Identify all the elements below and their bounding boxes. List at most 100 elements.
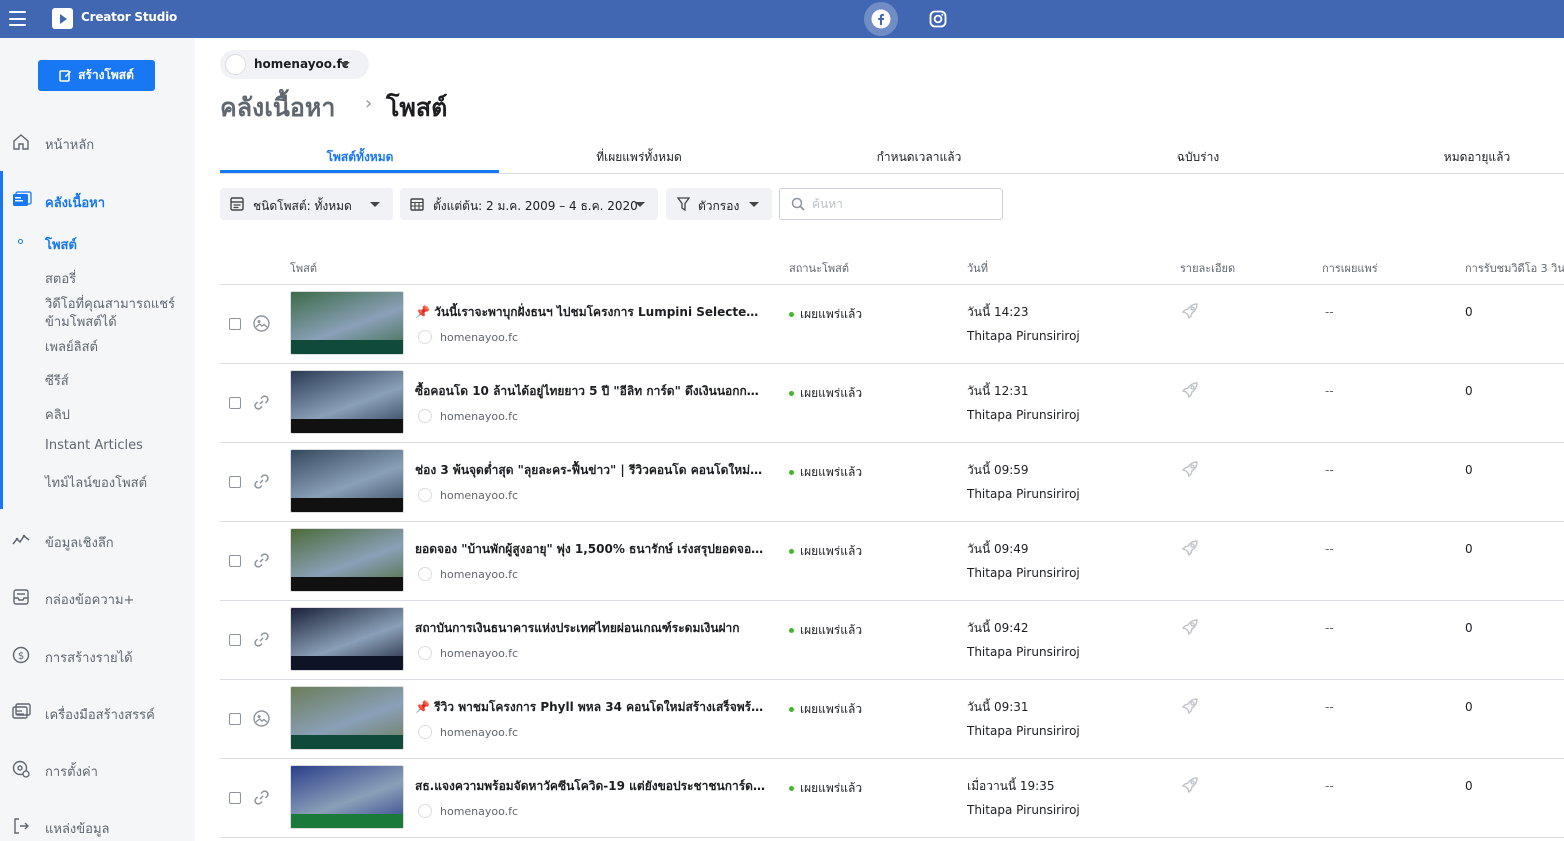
- link-icon: [253, 631, 270, 648]
- sidebar-subitem-stories[interactable]: สตอรี่: [45, 268, 76, 289]
- column-header-3s-views[interactable]: การรับชมวิดีโอ 3 วินาที: [1465, 259, 1564, 277]
- tab-expired[interactable]: หมดอายุแล้ว: [1357, 148, 1564, 167]
- post-author: Thitapa Pirunsiriroj: [967, 803, 1080, 817]
- status-badge: เผยแพร่แล้ว: [789, 305, 862, 324]
- table-row[interactable]: สธ.แจงความพร้อมจัดหาวัคซีนโควิด-19 แต่ยั…: [220, 758, 1564, 837]
- table-row[interactable]: สถาบันการเงินธนาคารแห่งประเทศไทยผ่อนเกณฑ…: [220, 600, 1564, 679]
- sidebar-subitem-posts[interactable]: โพสต์: [45, 234, 77, 255]
- column-header-distribution[interactable]: การเผยแพร่: [1322, 259, 1378, 277]
- column-header-status[interactable]: สถานะโพสต์: [789, 259, 849, 277]
- sidebar-item-insights[interactable]: ข้อมูลเชิงลึก: [0, 525, 195, 555]
- post-page: homenayoo.fc: [418, 567, 518, 581]
- creative-tools-icon: [12, 703, 31, 719]
- column-header-date[interactable]: วันที่: [967, 259, 988, 277]
- row-checkbox[interactable]: [229, 634, 241, 646]
- status-badge: เผยแพร่แล้ว: [789, 621, 862, 640]
- post-page: homenayoo.fc: [418, 409, 518, 423]
- rocket-icon[interactable]: [1180, 459, 1200, 483]
- instagram-icon[interactable]: [921, 2, 955, 36]
- sidebar-item-settings[interactable]: การตั้งค่า: [0, 754, 195, 784]
- sidebar-item-home[interactable]: หน้าหลัก: [0, 127, 195, 157]
- post-date: วันนี้ 09:49: [967, 542, 1029, 556]
- post-thumbnail[interactable]: [290, 370, 404, 434]
- tab-bar: โพสต์ทั้งหมด ที่เผยแพร่ทั้งหมด กำหนดเวลา…: [220, 140, 1564, 174]
- photo-icon: [253, 710, 270, 727]
- page-selector[interactable]: homenayoo.fc: [220, 50, 369, 79]
- photo-icon: [253, 315, 270, 332]
- views-value: 0: [1465, 542, 1473, 556]
- page-avatar: [418, 409, 432, 423]
- table-row[interactable]: ช่อง 3 พ้นจุดต่ำสุด "ลุยละคร-ฟื้นข่าว" |…: [220, 442, 1564, 521]
- post-title[interactable]: 📌 รีวิว พาชมโครงการ Phyll พหล 34 คอนโดให…: [415, 698, 765, 717]
- table-row[interactable]: ซื้อคอนโด 10 ล้านได้อยู่ไทยยาว 5 ปี "อีล…: [220, 363, 1564, 442]
- post-thumbnail[interactable]: [290, 686, 404, 750]
- rocket-icon[interactable]: [1180, 775, 1200, 799]
- post-thumbnail[interactable]: [290, 528, 404, 592]
- row-checkbox[interactable]: [229, 397, 241, 409]
- post-type-dropdown[interactable]: ชนิดโพสต์: ทั้งหมด: [220, 188, 393, 220]
- sidebar-item-content-library[interactable]: คลังเนื้อหา: [0, 185, 195, 215]
- post-thumbnail[interactable]: [290, 291, 404, 355]
- tab-scheduled[interactable]: กำหนดเวลาแล้ว: [799, 148, 1039, 167]
- distribution-value: --: [1325, 463, 1334, 477]
- sidebar-item-creative-tools[interactable]: เครื่องมือสร้างสรรค์: [0, 697, 195, 727]
- column-header-post[interactable]: โพสต์: [290, 259, 317, 277]
- sidebar-subitem-post-timeline[interactable]: ไทม์ไลน์ของโพสต์: [45, 472, 147, 493]
- post-page-name: homenayoo.fc: [440, 488, 519, 502]
- post-title[interactable]: ช่อง 3 พ้นจุดต่ำสุด "ลุยละคร-ฟื้นข่าว" |…: [415, 461, 765, 480]
- column-header-details[interactable]: รายละเอียด: [1180, 259, 1235, 277]
- post-date: วันนี้ 09:31: [967, 700, 1029, 714]
- tab-drafts[interactable]: ฉบับร่าง: [1078, 148, 1318, 167]
- published-dot-icon: [789, 470, 794, 475]
- calendar-icon: [410, 198, 424, 211]
- menu-icon[interactable]: [9, 11, 26, 26]
- row-checkbox[interactable]: [229, 318, 241, 330]
- status-label: เผยแพร่แล้ว: [800, 386, 863, 400]
- breadcrumb-parent[interactable]: คลังเนื้อหา: [220, 88, 335, 128]
- row-checkbox[interactable]: [229, 476, 241, 488]
- search-input[interactable]: [812, 196, 992, 212]
- breadcrumb-chevron-icon: ›: [365, 93, 373, 114]
- sidebar-subitem-playlists[interactable]: เพลย์ลิสต์: [45, 336, 98, 357]
- rocket-icon[interactable]: [1180, 617, 1200, 641]
- tab-published[interactable]: ที่เผยแพร่ทั้งหมด: [519, 148, 759, 167]
- tab-all-posts[interactable]: โพสต์ทั้งหมด: [240, 148, 480, 167]
- sidebar-item-resources[interactable]: แหล่งข้อมูล: [0, 811, 195, 841]
- sidebar-subitem-instant-articles[interactable]: Instant Articles: [45, 438, 143, 453]
- status-label: เผยแพร่แล้ว: [800, 702, 863, 716]
- post-title[interactable]: สธ.แจงความพร้อมจัดหาวัคซีนโควิด-19 แต่ยั…: [415, 777, 765, 796]
- post-title[interactable]: สถาบันการเงินธนาคารแห่งประเทศไทยผ่อนเกณฑ…: [415, 619, 765, 638]
- create-post-button[interactable]: สร้างโพสต์: [38, 60, 155, 91]
- row-checkbox[interactable]: [229, 792, 241, 804]
- post-thumbnail[interactable]: [290, 765, 404, 829]
- page-avatar: [418, 646, 432, 660]
- facebook-icon[interactable]: [864, 2, 898, 36]
- post-page: homenayoo.fc: [418, 488, 518, 502]
- page-avatar: [225, 54, 246, 75]
- sidebar-item-inbox[interactable]: กล่องข้อความ+: [0, 582, 195, 612]
- post-thumbnail[interactable]: [290, 449, 404, 513]
- sidebar-subitem-clips[interactable]: คลิป: [45, 404, 70, 425]
- post-page: homenayoo.fc: [418, 330, 518, 344]
- date-range-dropdown[interactable]: ตั้งแต่ต้น: 2 ม.ค. 2009 – 4 ธ.ค. 2020: [400, 188, 658, 220]
- sidebar-item-monetization[interactable]: $ การสร้างรายได้: [0, 640, 195, 670]
- table-row[interactable]: ยอดจอง "บ้านพักผู้สูงอายุ" พุ่ง 1,500% ธ…: [220, 521, 1564, 600]
- rocket-icon[interactable]: [1180, 538, 1200, 562]
- post-title[interactable]: ซื้อคอนโด 10 ล้านได้อยู่ไทยยาว 5 ปี "อีล…: [415, 382, 765, 401]
- rocket-icon[interactable]: [1180, 380, 1200, 404]
- rocket-icon[interactable]: [1180, 301, 1200, 325]
- search-box[interactable]: [779, 188, 1003, 220]
- post-thumbnail[interactable]: [290, 607, 404, 671]
- post-title[interactable]: ยอดจอง "บ้านพักผู้สูงอายุ" พุ่ง 1,500% ธ…: [415, 540, 765, 559]
- page-avatar: [418, 567, 432, 581]
- post-page-name: homenayoo.fc: [440, 804, 519, 818]
- filter-dropdown[interactable]: ตัวกรอง: [666, 188, 772, 220]
- sidebar-subitem-series[interactable]: ซีรีส์: [45, 370, 69, 391]
- rocket-icon[interactable]: [1180, 696, 1200, 720]
- table-row[interactable]: 📌 วันนี้เราจะพาบุกฝั่งธนฯ ไปชมโครงการ Lu…: [220, 284, 1564, 363]
- sidebar-subitem-crosspost-videos-line2[interactable]: ข้ามโพสต์ได้: [45, 311, 117, 332]
- post-title[interactable]: 📌 วันนี้เราจะพาบุกฝั่งธนฯ ไปชมโครงการ Lu…: [415, 303, 765, 322]
- row-checkbox[interactable]: [229, 555, 241, 567]
- row-checkbox[interactable]: [229, 713, 241, 725]
- table-row[interactable]: 📌 รีวิว พาชมโครงการ Phyll พหล 34 คอนโดให…: [220, 679, 1564, 758]
